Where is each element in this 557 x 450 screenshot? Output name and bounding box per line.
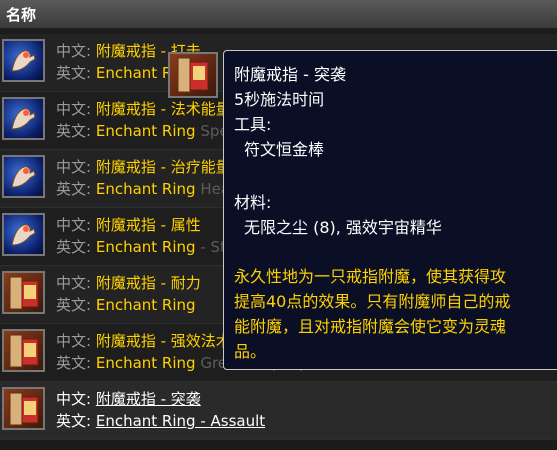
item-name-cn[interactable]: 附魔戒指 - 耐力 bbox=[96, 274, 201, 292]
item-name-en[interactable]: Enchant Ring - Assault bbox=[96, 412, 265, 430]
label-en: 英文: bbox=[56, 296, 92, 314]
label-en: 英文: bbox=[56, 122, 92, 140]
item-name-cn[interactable]: 附魔戒指 - 法术能量 bbox=[96, 100, 231, 118]
label-cn: 中文: bbox=[56, 332, 92, 350]
tooltip-materials-label: 材料: bbox=[234, 193, 272, 212]
label-cn: 中文: bbox=[56, 42, 92, 60]
tooltip-description-line: 品。 bbox=[234, 342, 267, 361]
label-cn: 中文: bbox=[56, 390, 92, 408]
label-en: 英文: bbox=[56, 238, 92, 256]
item-name-en[interactable]: Enchant Ring bbox=[96, 122, 196, 140]
label-en: 英文: bbox=[56, 412, 92, 430]
item-name-cn[interactable]: 附魔戒指 - 突袭 bbox=[96, 390, 201, 408]
formula-scroll-icon[interactable] bbox=[2, 271, 45, 314]
item-name-en[interactable]: Enchant Ring bbox=[96, 296, 196, 314]
item-name-cn[interactable]: 附魔戒指 - 治疗能量 bbox=[96, 158, 231, 176]
formula-scroll-icon[interactable] bbox=[2, 387, 45, 430]
enchant-hand-icon[interactable] bbox=[2, 213, 45, 256]
list-header: 名称 bbox=[0, 0, 557, 29]
enchant-hand-icon[interactable] bbox=[2, 97, 45, 140]
dragged-formula-icon[interactable] bbox=[168, 52, 218, 98]
tooltip-cast-time: 5秒施法时间 bbox=[234, 90, 325, 109]
tooltip-description-line: 能附魔，且对戒指附魔会使它变为灵魂 bbox=[234, 317, 507, 336]
tooltip-description-line: 永久性地为一只戒指附魔，使其获得攻 bbox=[234, 267, 507, 286]
label-en: 英文: bbox=[56, 64, 92, 82]
tooltip-materials: 无限之尘 (8), 强效宇宙精华 bbox=[244, 218, 442, 237]
label-cn: 中文: bbox=[56, 274, 92, 292]
enchant-hand-icon[interactable] bbox=[2, 155, 45, 198]
tooltip-title: 附魔戒指 - 突袭 bbox=[234, 65, 346, 84]
item-name-en[interactable]: Enchant Ring bbox=[96, 238, 196, 256]
label-en: 英文: bbox=[56, 180, 92, 198]
item-name-en[interactable]: Enchant Ring bbox=[96, 180, 196, 198]
label-en: 英文: bbox=[56, 354, 92, 372]
tooltip-description-line: 提高40点的效果。只有附魔师自己的戒 bbox=[234, 292, 511, 311]
item-tooltip: 附魔戒指 - 突袭 5秒施法时间 工具: 符文恒金棒 材料: 无限之尘 (8),… bbox=[223, 50, 557, 370]
list-item-selected[interactable]: 中文: 附魔戒指 - 突袭 英文: Enchant Ring - Assault bbox=[0, 382, 557, 440]
item-name-en[interactable]: Enchant Ring bbox=[96, 354, 196, 372]
item-name-cn[interactable]: 附魔戒指 - 属性 bbox=[96, 216, 201, 234]
column-title-name[interactable]: 名称 bbox=[6, 4, 36, 25]
tooltip-tools-label: 工具: bbox=[234, 115, 272, 134]
label-cn: 中文: bbox=[56, 158, 92, 176]
enchant-hand-icon[interactable] bbox=[2, 39, 45, 82]
label-cn: 中文: bbox=[56, 216, 92, 234]
label-cn: 中文: bbox=[56, 100, 92, 118]
tooltip-tool: 符文恒金棒 bbox=[244, 140, 325, 159]
formula-scroll-icon[interactable] bbox=[2, 329, 45, 372]
